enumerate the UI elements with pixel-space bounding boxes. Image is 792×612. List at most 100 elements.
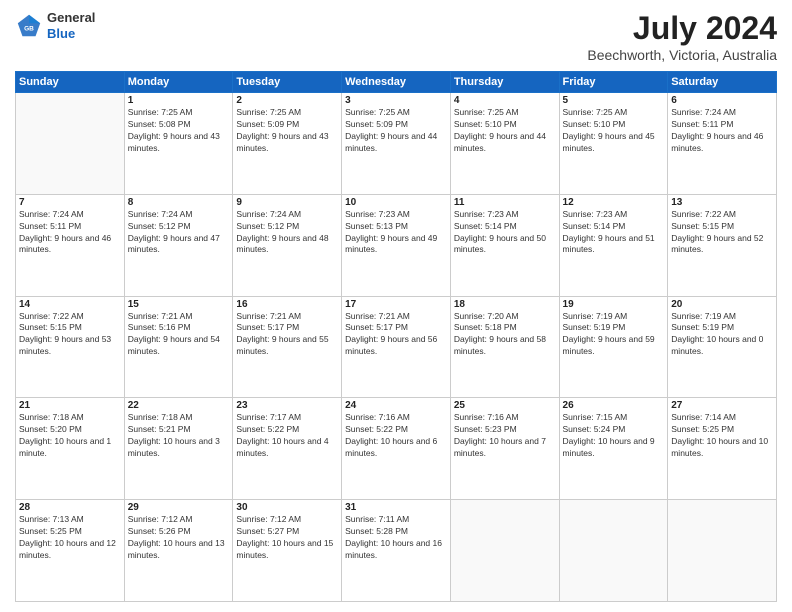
day-info: Sunrise: 7:20 AMSunset: 5:18 PMDaylight:… bbox=[454, 311, 556, 359]
day-number: 29 bbox=[128, 502, 230, 513]
calendar-cell: 16Sunrise: 7:21 AMSunset: 5:17 PMDayligh… bbox=[233, 296, 342, 398]
day-info: Sunrise: 7:25 AMSunset: 5:08 PMDaylight:… bbox=[128, 107, 230, 155]
day-number: 23 bbox=[236, 400, 338, 411]
col-sunday: Sunday bbox=[16, 72, 125, 93]
calendar-cell: 14Sunrise: 7:22 AMSunset: 5:15 PMDayligh… bbox=[16, 296, 125, 398]
calendar-cell: 10Sunrise: 7:23 AMSunset: 5:13 PMDayligh… bbox=[342, 194, 451, 296]
day-number: 21 bbox=[19, 400, 121, 411]
calendar-cell: 18Sunrise: 7:20 AMSunset: 5:18 PMDayligh… bbox=[450, 296, 559, 398]
calendar-cell: 21Sunrise: 7:18 AMSunset: 5:20 PMDayligh… bbox=[16, 398, 125, 500]
calendar-cell bbox=[559, 500, 668, 602]
calendar-cell: 13Sunrise: 7:22 AMSunset: 5:15 PMDayligh… bbox=[668, 194, 777, 296]
calendar-cell: 9Sunrise: 7:24 AMSunset: 5:12 PMDaylight… bbox=[233, 194, 342, 296]
day-info: Sunrise: 7:24 AMSunset: 5:12 PMDaylight:… bbox=[128, 209, 230, 257]
day-info: Sunrise: 7:16 AMSunset: 5:22 PMDaylight:… bbox=[345, 412, 447, 460]
calendar-cell: 27Sunrise: 7:14 AMSunset: 5:25 PMDayligh… bbox=[668, 398, 777, 500]
title-area: July 2024 Beechworth, Victoria, Australi… bbox=[587, 10, 777, 63]
calendar-cell bbox=[450, 500, 559, 602]
day-number: 25 bbox=[454, 400, 556, 411]
calendar-cell: 23Sunrise: 7:17 AMSunset: 5:22 PMDayligh… bbox=[233, 398, 342, 500]
day-info: Sunrise: 7:12 AMSunset: 5:27 PMDaylight:… bbox=[236, 514, 338, 562]
day-info: Sunrise: 7:19 AMSunset: 5:19 PMDaylight:… bbox=[671, 311, 773, 359]
day-info: Sunrise: 7:25 AMSunset: 5:10 PMDaylight:… bbox=[454, 107, 556, 155]
calendar-cell: 11Sunrise: 7:23 AMSunset: 5:14 PMDayligh… bbox=[450, 194, 559, 296]
day-number: 18 bbox=[454, 299, 556, 310]
day-number: 1 bbox=[128, 95, 230, 106]
day-number: 31 bbox=[345, 502, 447, 513]
day-info: Sunrise: 7:17 AMSunset: 5:22 PMDaylight:… bbox=[236, 412, 338, 460]
day-number: 5 bbox=[563, 95, 665, 106]
day-number: 2 bbox=[236, 95, 338, 106]
calendar-cell: 1Sunrise: 7:25 AMSunset: 5:08 PMDaylight… bbox=[124, 93, 233, 195]
day-info: Sunrise: 7:24 AMSunset: 5:11 PMDaylight:… bbox=[671, 107, 773, 155]
calendar-cell: 3Sunrise: 7:25 AMSunset: 5:09 PMDaylight… bbox=[342, 93, 451, 195]
calendar-cell: 17Sunrise: 7:21 AMSunset: 5:17 PMDayligh… bbox=[342, 296, 451, 398]
day-number: 24 bbox=[345, 400, 447, 411]
day-info: Sunrise: 7:11 AMSunset: 5:28 PMDaylight:… bbox=[345, 514, 447, 562]
calendar-week-row: 28Sunrise: 7:13 AMSunset: 5:25 PMDayligh… bbox=[16, 500, 777, 602]
day-number: 8 bbox=[128, 197, 230, 208]
day-number: 16 bbox=[236, 299, 338, 310]
day-number: 11 bbox=[454, 197, 556, 208]
logo: GB General Blue bbox=[15, 10, 95, 41]
day-number: 3 bbox=[345, 95, 447, 106]
calendar-header-row: Sunday Monday Tuesday Wednesday Thursday… bbox=[16, 72, 777, 93]
calendar-cell: 12Sunrise: 7:23 AMSunset: 5:14 PMDayligh… bbox=[559, 194, 668, 296]
day-info: Sunrise: 7:25 AMSunset: 5:09 PMDaylight:… bbox=[236, 107, 338, 155]
day-number: 26 bbox=[563, 400, 665, 411]
day-number: 15 bbox=[128, 299, 230, 310]
calendar-cell: 20Sunrise: 7:19 AMSunset: 5:19 PMDayligh… bbox=[668, 296, 777, 398]
header: GB General Blue July 2024 Beechworth, Vi… bbox=[15, 10, 777, 63]
day-number: 12 bbox=[563, 197, 665, 208]
day-info: Sunrise: 7:21 AMSunset: 5:17 PMDaylight:… bbox=[345, 311, 447, 359]
day-info: Sunrise: 7:16 AMSunset: 5:23 PMDaylight:… bbox=[454, 412, 556, 460]
calendar-cell: 5Sunrise: 7:25 AMSunset: 5:10 PMDaylight… bbox=[559, 93, 668, 195]
calendar-cell: 19Sunrise: 7:19 AMSunset: 5:19 PMDayligh… bbox=[559, 296, 668, 398]
day-info: Sunrise: 7:22 AMSunset: 5:15 PMDaylight:… bbox=[671, 209, 773, 257]
calendar-cell: 22Sunrise: 7:18 AMSunset: 5:21 PMDayligh… bbox=[124, 398, 233, 500]
day-number: 7 bbox=[19, 197, 121, 208]
day-info: Sunrise: 7:23 AMSunset: 5:13 PMDaylight:… bbox=[345, 209, 447, 257]
calendar-cell: 2Sunrise: 7:25 AMSunset: 5:09 PMDaylight… bbox=[233, 93, 342, 195]
day-number: 4 bbox=[454, 95, 556, 106]
col-wednesday: Wednesday bbox=[342, 72, 451, 93]
day-number: 13 bbox=[671, 197, 773, 208]
logo-icon: GB bbox=[15, 12, 43, 40]
calendar-cell: 15Sunrise: 7:21 AMSunset: 5:16 PMDayligh… bbox=[124, 296, 233, 398]
col-tuesday: Tuesday bbox=[233, 72, 342, 93]
main-title: July 2024 bbox=[587, 10, 777, 47]
day-number: 17 bbox=[345, 299, 447, 310]
col-saturday: Saturday bbox=[668, 72, 777, 93]
day-number: 14 bbox=[19, 299, 121, 310]
calendar-week-row: 7Sunrise: 7:24 AMSunset: 5:11 PMDaylight… bbox=[16, 194, 777, 296]
calendar-cell bbox=[668, 500, 777, 602]
svg-text:GB: GB bbox=[24, 25, 34, 32]
calendar-week-row: 21Sunrise: 7:18 AMSunset: 5:20 PMDayligh… bbox=[16, 398, 777, 500]
day-number: 22 bbox=[128, 400, 230, 411]
day-number: 19 bbox=[563, 299, 665, 310]
calendar-cell: 4Sunrise: 7:25 AMSunset: 5:10 PMDaylight… bbox=[450, 93, 559, 195]
calendar-cell: 25Sunrise: 7:16 AMSunset: 5:23 PMDayligh… bbox=[450, 398, 559, 500]
calendar-cell: 29Sunrise: 7:12 AMSunset: 5:26 PMDayligh… bbox=[124, 500, 233, 602]
calendar-week-row: 14Sunrise: 7:22 AMSunset: 5:15 PMDayligh… bbox=[16, 296, 777, 398]
day-info: Sunrise: 7:22 AMSunset: 5:15 PMDaylight:… bbox=[19, 311, 121, 359]
calendar-table: Sunday Monday Tuesday Wednesday Thursday… bbox=[15, 71, 777, 602]
logo-text: General Blue bbox=[47, 10, 95, 41]
day-number: 9 bbox=[236, 197, 338, 208]
day-number: 20 bbox=[671, 299, 773, 310]
day-number: 10 bbox=[345, 197, 447, 208]
logo-blue: Blue bbox=[47, 26, 95, 42]
day-info: Sunrise: 7:25 AMSunset: 5:10 PMDaylight:… bbox=[563, 107, 665, 155]
day-info: Sunrise: 7:21 AMSunset: 5:16 PMDaylight:… bbox=[128, 311, 230, 359]
calendar-cell: 28Sunrise: 7:13 AMSunset: 5:25 PMDayligh… bbox=[16, 500, 125, 602]
day-number: 6 bbox=[671, 95, 773, 106]
calendar-cell: 24Sunrise: 7:16 AMSunset: 5:22 PMDayligh… bbox=[342, 398, 451, 500]
calendar-week-row: 1Sunrise: 7:25 AMSunset: 5:08 PMDaylight… bbox=[16, 93, 777, 195]
calendar-cell: 30Sunrise: 7:12 AMSunset: 5:27 PMDayligh… bbox=[233, 500, 342, 602]
col-friday: Friday bbox=[559, 72, 668, 93]
day-info: Sunrise: 7:21 AMSunset: 5:17 PMDaylight:… bbox=[236, 311, 338, 359]
subtitle: Beechworth, Victoria, Australia bbox=[587, 47, 777, 63]
day-info: Sunrise: 7:18 AMSunset: 5:21 PMDaylight:… bbox=[128, 412, 230, 460]
calendar-cell: 7Sunrise: 7:24 AMSunset: 5:11 PMDaylight… bbox=[16, 194, 125, 296]
col-monday: Monday bbox=[124, 72, 233, 93]
